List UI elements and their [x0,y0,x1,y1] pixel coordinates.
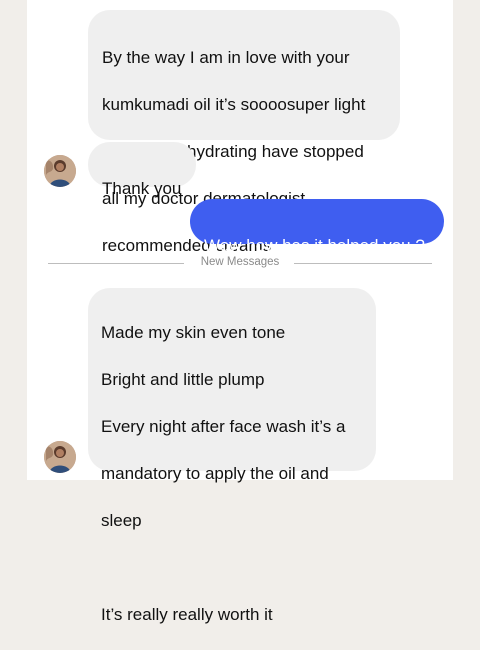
message-line: mandatory to apply the oil and [101,463,329,483]
message-line: sleep [101,510,142,530]
message-line: It’s really really worth it [101,604,273,624]
new-messages-divider: New Messages [200,256,280,268]
divider-line-right [294,263,432,264]
message-line: By the way I am in love with your [102,47,350,67]
avatar-icon[interactable] [44,441,76,473]
message-line: Made my skin even tone [101,322,286,342]
message-line: Wow how has it helped you ? [204,235,425,255]
message-line [101,556,366,580]
avatar-icon[interactable] [44,155,76,187]
message-bubble-outgoing[interactable]: Wow how has it helped you ? [190,199,444,255]
message-line: Every night after face wash it’s a [101,416,346,436]
message-bubble-incoming[interactable]: Thank you [88,142,196,198]
message-line: kumkumadi oil it’s soooosuper light [102,94,366,114]
message-line: Bright and little plump [101,369,265,389]
message-bubble-incoming[interactable]: Made my skin even tone Bright and little… [88,288,376,624]
message-bubble-incoming[interactable]: By the way I am in love with your kumkum… [88,10,400,255]
divider-line-left [48,263,184,264]
message-line: Thank you [102,178,182,198]
